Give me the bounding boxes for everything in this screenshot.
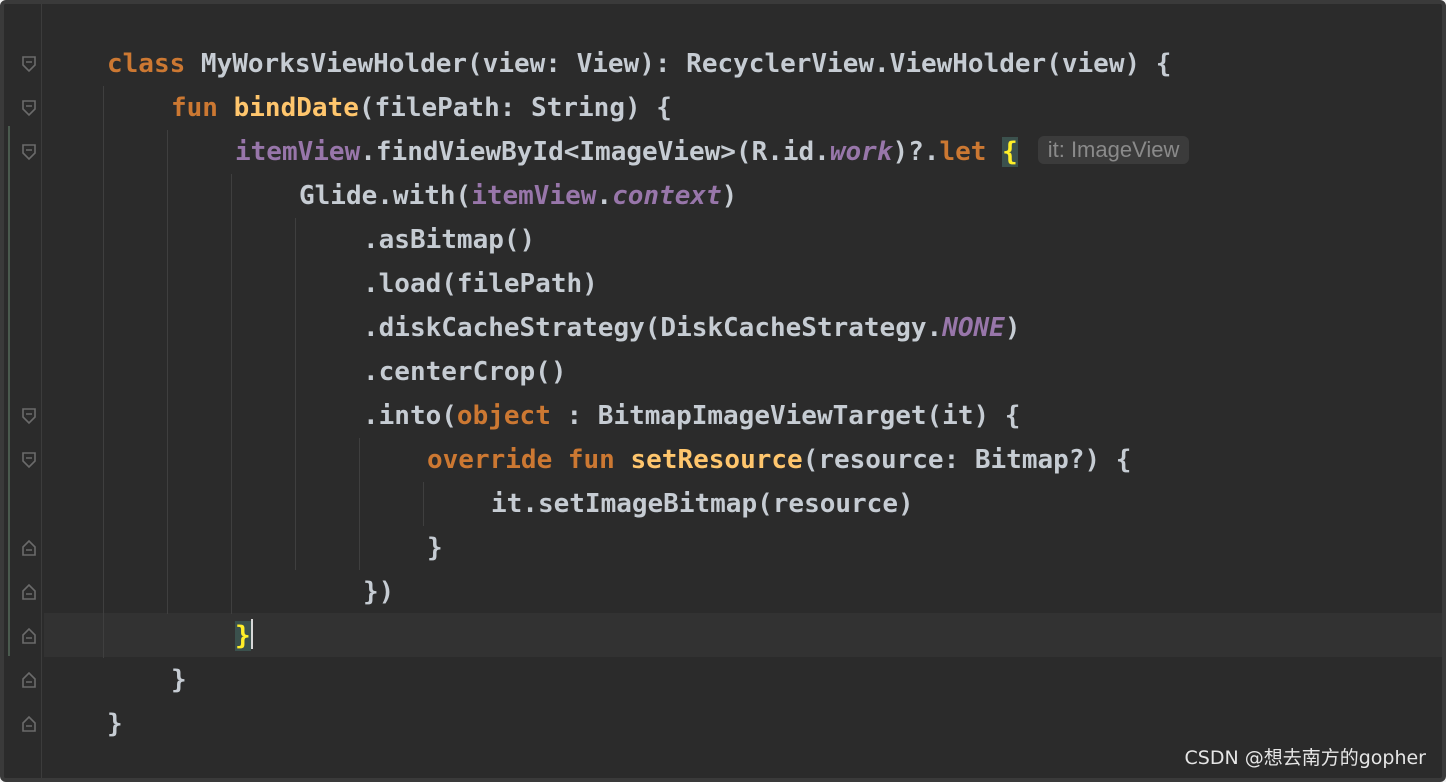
fold-end-icon[interactable] — [20, 583, 38, 601]
code-line[interactable]: } — [171, 658, 187, 702]
inlay-type-hint: it: ImageView — [1037, 135, 1190, 164]
fold-end-icon[interactable] — [20, 627, 38, 645]
code-token: .into( — [363, 401, 457, 431]
fold-end-icon[interactable] — [20, 715, 38, 733]
code-token: : BitmapImageViewTarget(it) { — [550, 401, 1021, 431]
gutter-divider — [41, 4, 42, 778]
code-line[interactable]: }) — [363, 570, 394, 614]
code-line[interactable]: .centerCrop() — [363, 350, 567, 394]
code-token: setResource — [630, 445, 803, 475]
code-token: .findViewById<ImageView>(R.id. — [360, 137, 830, 167]
code-line[interactable]: Glide.with(itemView.context) — [299, 174, 737, 218]
code-token: bindDate — [233, 93, 359, 123]
code-line[interactable]: } — [107, 702, 123, 746]
indent-guide — [359, 438, 360, 570]
fold-end-icon[interactable] — [20, 671, 38, 689]
code-line[interactable]: it.setImageBitmap(resource) — [491, 482, 914, 526]
code-token: NONE — [942, 313, 1005, 343]
code-line[interactable]: } — [235, 614, 253, 658]
code-line[interactable]: .load(filePath) — [363, 262, 598, 306]
code-token: ) — [1004, 313, 1021, 343]
code-token: itemView — [235, 137, 361, 167]
code-token: } — [235, 621, 251, 651]
code-token: context — [612, 181, 722, 211]
indent-guide — [167, 130, 168, 614]
code-token: } — [171, 665, 187, 695]
code-token: (resource: Bitmap?) { — [802, 445, 1132, 475]
fold-collapse-icon[interactable] — [20, 451, 38, 469]
code-token: }) — [363, 577, 395, 607]
indent-guide — [423, 482, 424, 526]
code-line[interactable]: class MyWorksViewHolder(view: View): Rec… — [107, 42, 1171, 86]
code-token: work — [829, 137, 893, 167]
fold-collapse-icon[interactable] — [20, 143, 38, 161]
code-line[interactable]: .asBitmap() — [363, 218, 535, 262]
code-token: class — [107, 49, 201, 79]
code-token: } — [427, 533, 443, 563]
code-token: .centerCrop() — [363, 357, 567, 387]
watermark: CSDN @想去南方的gopher — [1184, 747, 1427, 769]
change-marker — [8, 126, 10, 656]
code-token: override fun — [427, 445, 631, 475]
text-caret — [250, 618, 253, 649]
fold-collapse-icon[interactable] — [20, 55, 38, 73]
indent-guide — [231, 174, 232, 614]
code-token: let — [939, 137, 987, 167]
code-token: } — [107, 709, 123, 739]
code-token: { — [1002, 137, 1018, 167]
code-line[interactable]: override fun setResource(resource: Bitma… — [427, 438, 1131, 482]
code-token: object — [456, 401, 551, 431]
code-token: . — [596, 181, 613, 211]
code-token: it.setImageBitmap(resource) — [491, 489, 914, 519]
code-token: .load(filePath) — [363, 269, 598, 299]
indent-guide — [295, 218, 296, 570]
fold-collapse-icon[interactable] — [20, 99, 38, 117]
code-token: Glide.with( — [299, 181, 472, 211]
code-line[interactable]: .diskCacheStrategy(DiskCacheStrategy.NON… — [363, 306, 1020, 350]
code-editor[interactable]: class MyWorksViewHolder(view: View): Rec… — [0, 0, 1446, 782]
code-token: itemView — [471, 181, 597, 211]
code-line[interactable]: fun bindDate(filePath: String) { — [171, 86, 672, 130]
code-token: MyWorksViewHolder(view: View): RecyclerV… — [200, 49, 1172, 79]
code-token: .asBitmap() — [363, 225, 536, 255]
current-line-highlight — [44, 613, 1442, 657]
code-line[interactable]: .into(object : BitmapImageViewTarget(it)… — [363, 394, 1020, 438]
fold-end-icon[interactable] — [20, 539, 38, 557]
indent-guide — [103, 86, 104, 658]
code-line[interactable]: } — [427, 526, 443, 570]
fold-collapse-icon[interactable] — [20, 407, 38, 425]
code-token: .diskCacheStrategy(DiskCacheStrategy. — [363, 313, 943, 343]
editor-gutter — [4, 4, 48, 778]
code-token: )?. — [892, 137, 940, 167]
code-token: (filePath: String) { — [358, 93, 672, 123]
code-token: ) — [721, 181, 738, 211]
code-token: fun — [171, 93, 234, 123]
code-line[interactable]: itemView.findViewById<ImageView>(R.id.wo… — [235, 130, 1190, 174]
